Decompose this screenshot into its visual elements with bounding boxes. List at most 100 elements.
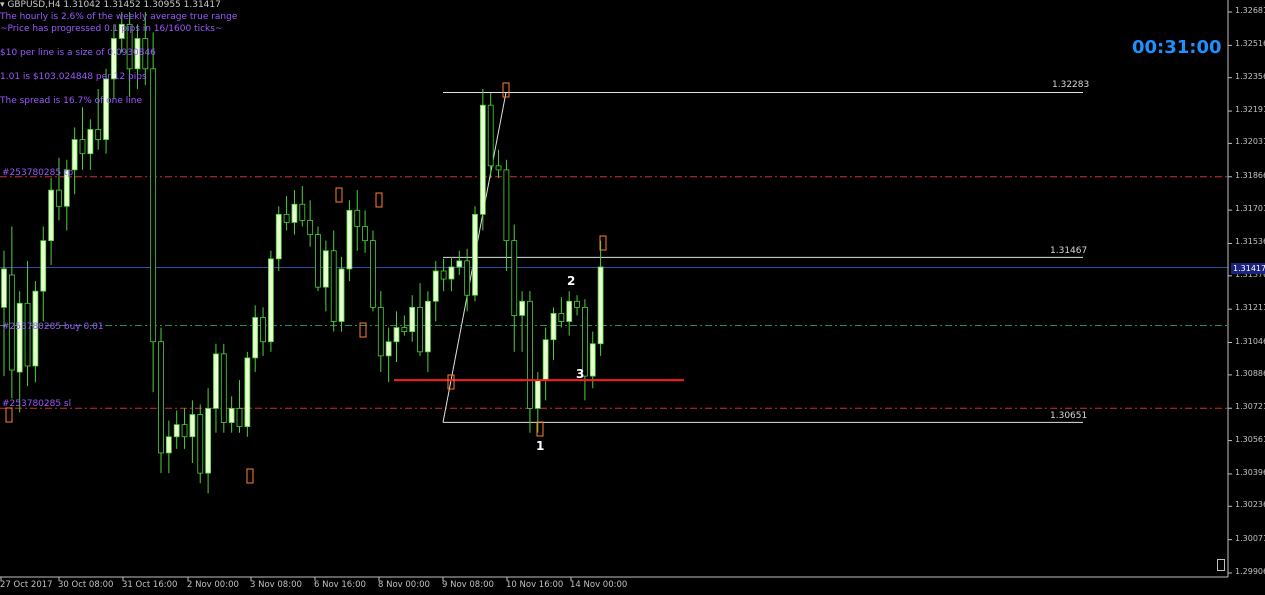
candles-layer bbox=[1, 12, 604, 494]
price-tick-label: 1.31046 bbox=[1235, 336, 1265, 346]
candle-body-56 bbox=[440, 270, 447, 280]
candle-body-58 bbox=[456, 260, 463, 268]
price-tick-label: 1.32681 bbox=[1235, 6, 1265, 15]
fib-level-low-label: 1.30651 bbox=[1050, 411, 1088, 421]
candle-body-44 bbox=[346, 209, 353, 270]
marker-box-0 bbox=[5, 407, 13, 423]
price-tick-label: 1.30236 bbox=[1235, 500, 1265, 510]
time-tick-label: 2 Nov 00:00 bbox=[187, 580, 239, 590]
stop-loss-label[interactable]: #253780285 sl bbox=[2, 399, 71, 409]
candle-body-61 bbox=[479, 104, 486, 215]
candle-body-11 bbox=[87, 129, 94, 155]
candle-body-38 bbox=[299, 203, 306, 221]
chart-scroll-icon[interactable] bbox=[1217, 559, 1225, 571]
candle-body-36 bbox=[283, 213, 290, 223]
candle-body-20 bbox=[158, 341, 164, 454]
time-tick-label: 9 Nov 08:00 bbox=[442, 580, 494, 590]
chart-window[interactable]: ▾ GBPUSD,H4 1.31042 1.31452 1.30955 1.31… bbox=[0, 0, 1265, 595]
candle-body-32 bbox=[252, 317, 259, 359]
candle-body-47 bbox=[370, 240, 376, 308]
candle-body-66 bbox=[519, 300, 525, 316]
symbol-title[interactable]: ▾ GBPUSD,H4 1.31042 1.31452 1.30955 1.31… bbox=[0, 0, 221, 10]
per-line-size-text: $10 per line is a size of 0.0930846 bbox=[0, 48, 156, 58]
time-tick-label: 10 Nov 16:00 bbox=[506, 580, 564, 590]
candle-body-29 bbox=[228, 408, 235, 423]
candle-body-71 bbox=[558, 313, 565, 322]
time-tick-label: 3 Nov 08:00 bbox=[250, 580, 302, 590]
candle-body-62 bbox=[487, 104, 494, 167]
candle-body-63 bbox=[495, 165, 502, 171]
candle-body-70 bbox=[550, 313, 557, 341]
candle-body-9 bbox=[71, 139, 78, 171]
time-tick-label: 14 Nov 00:00 bbox=[570, 580, 628, 590]
marker-box-4 bbox=[375, 192, 383, 208]
candle-body-49 bbox=[385, 341, 392, 357]
price-tick-label: 1.31211 bbox=[1235, 303, 1265, 313]
candle-body-19 bbox=[150, 68, 157, 343]
marker-box-1 bbox=[246, 468, 254, 484]
price-tick-label: 1.30561 bbox=[1235, 434, 1265, 444]
axis-layer bbox=[0, 0, 1232, 581]
progress-info-text: ~Price has progressed 0.1 pips in 16/160… bbox=[0, 24, 223, 34]
candle-body-64 bbox=[503, 169, 510, 242]
candle-body-51 bbox=[401, 327, 408, 333]
price-tick-label: 1.29906 bbox=[1235, 567, 1265, 576]
candle-body-67 bbox=[527, 300, 533, 409]
candle-body-52 bbox=[409, 306, 416, 333]
time-tick-label: 6 Nov 16:00 bbox=[314, 580, 366, 590]
candle-body-74 bbox=[582, 306, 588, 377]
overlay-layer bbox=[5, 82, 684, 484]
candle-body-35 bbox=[275, 213, 282, 260]
price-tick-label: 1.32191 bbox=[1235, 105, 1265, 115]
candle-body-33 bbox=[260, 317, 266, 343]
candle-body-6 bbox=[48, 189, 54, 242]
candle-body-48 bbox=[377, 306, 384, 357]
time-tick-label: 8 Nov 00:00 bbox=[378, 580, 430, 590]
candle-body-0 bbox=[1, 268, 7, 308]
candle-countdown-timer: 00:31:00 bbox=[1132, 37, 1222, 58]
candle-body-3 bbox=[24, 302, 31, 367]
candle-body-25 bbox=[197, 414, 204, 474]
wave-label-2: 2 bbox=[567, 274, 576, 288]
candle-body-53 bbox=[417, 306, 423, 353]
candle-body-5 bbox=[40, 240, 47, 292]
candle-body-27 bbox=[213, 353, 219, 409]
candle-body-21 bbox=[165, 436, 172, 454]
candle-body-10 bbox=[79, 139, 86, 155]
candle-body-68 bbox=[534, 379, 541, 409]
candle-body-31 bbox=[244, 357, 251, 428]
candle-body-69 bbox=[542, 339, 549, 381]
candle-body-7 bbox=[56, 189, 62, 207]
candle-body-76 bbox=[597, 266, 604, 345]
current-price-tag: 1.31417 bbox=[1231, 263, 1265, 274]
candle-body-43 bbox=[338, 268, 345, 322]
price-tick-label: 1.31536 bbox=[1235, 237, 1265, 247]
candle-body-42 bbox=[330, 250, 337, 322]
candle-body-54 bbox=[424, 300, 431, 353]
price-tick-label: 1.30886 bbox=[1235, 368, 1265, 378]
fib-level-high-label: 1.32283 bbox=[1052, 80, 1090, 90]
candle-body-73 bbox=[574, 300, 580, 308]
candle-body-41 bbox=[322, 250, 329, 288]
time-tick-label: 27 Oct 2017 bbox=[0, 580, 53, 590]
candle-body-46 bbox=[362, 226, 369, 242]
price-tick-label: 1.30396 bbox=[1235, 467, 1265, 477]
candle-body-57 bbox=[448, 266, 455, 280]
spread-info-text: The spread is 16.7% of one line bbox=[0, 96, 143, 106]
lot-value-text: 1.01 is $103.024848 per 12 pips bbox=[0, 72, 147, 82]
candle-body-24 bbox=[189, 414, 196, 438]
candle-body-59 bbox=[464, 260, 471, 296]
buy-order-label[interactable]: #253780285 buy 0.01 bbox=[2, 322, 104, 332]
chart-lines-layer bbox=[0, 91, 1228, 423]
price-tick-label: 1.32356 bbox=[1235, 71, 1265, 81]
candle-body-50 bbox=[393, 327, 400, 343]
candle-body-13 bbox=[103, 78, 109, 140]
candle-body-12 bbox=[95, 129, 102, 140]
time-tick-label: 31 Oct 16:00 bbox=[122, 580, 178, 590]
price-tick-label: 1.31701 bbox=[1235, 204, 1265, 214]
candle-body-39 bbox=[307, 220, 314, 235]
price-tick-label: 1.30721 bbox=[1235, 402, 1265, 412]
take-profit-label[interactable]: #253780285 tp bbox=[2, 168, 73, 178]
candle-body-30 bbox=[236, 408, 243, 428]
time-tick-label: 30 Oct 08:00 bbox=[58, 580, 114, 590]
